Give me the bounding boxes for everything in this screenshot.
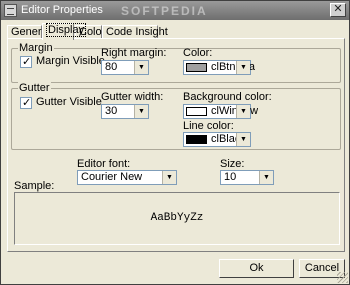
sample-preview: AaBbYyZz <box>14 192 340 245</box>
right-margin-select[interactable]: 80 ▼ <box>101 60 149 75</box>
chevron-down-icon: ▼ <box>134 61 148 74</box>
gutter-bg-color-value: clWindow <box>211 105 259 117</box>
margin-visible-label: Margin Visible <box>36 55 105 67</box>
close-button[interactable]: ✕ <box>330 3 346 17</box>
gutter-bg-color-select[interactable]: clWindow ▼ <box>183 104 258 119</box>
chevron-down-icon: ▼ <box>236 133 250 146</box>
gutter-width-value: 30 <box>105 105 118 117</box>
gutter-visible-checkbox[interactable] <box>20 96 32 109</box>
chevron-down-icon: ▼ <box>162 171 176 184</box>
gutter-width-label: Gutter width: <box>101 91 164 103</box>
editor-font-label: Editor font: <box>77 158 131 170</box>
margin-visible-checkbox[interactable] <box>20 55 32 68</box>
font-size-select[interactable]: 10 ▼ <box>220 170 274 185</box>
editor-font-value: Courier New <box>81 171 143 183</box>
editor-properties-dialog: Editor Properties SOFTPEDIA ✕ General Di… <box>0 0 350 285</box>
right-margin-value: 80 <box>105 61 118 73</box>
gutter-line-swatch <box>186 135 207 144</box>
display-tab-panel: Margin Margin Visible Right margin: 80 ▼… <box>7 38 345 252</box>
chevron-down-icon: ▼ <box>236 105 250 118</box>
gutter-visible-label: Gutter Visible <box>36 96 102 108</box>
gutter-bg-swatch <box>186 107 207 116</box>
gutter-width-select[interactable]: 30 ▼ <box>101 104 149 119</box>
window-title: Editor Properties <box>21 4 103 16</box>
gutter-group: Gutter Gutter Visible Gutter width: 30 ▼… <box>11 82 341 150</box>
margin-color-select[interactable]: clBtnSha ▼ <box>183 60 255 75</box>
tab-code-insight[interactable]: Code Insight <box>102 25 168 39</box>
font-size-value: 10 <box>224 171 237 183</box>
title-bar[interactable]: Editor Properties SOFTPEDIA ✕ <box>1 1 349 20</box>
font-size-label: Size: <box>220 158 245 170</box>
ok-button[interactable]: Ok <box>219 259 294 278</box>
margin-color-swatch <box>186 63 207 72</box>
gutter-group-label: Gutter <box>18 82 51 94</box>
softpedia-watermark: SOFTPEDIA <box>121 4 208 18</box>
tab-display[interactable]: Display <box>42 23 87 40</box>
gutter-line-color-label: Line color: <box>183 120 234 132</box>
editor-font-select[interactable]: Courier New ▼ <box>77 170 177 185</box>
chevron-down-icon: ▼ <box>236 61 250 74</box>
close-icon: ✕ <box>333 3 343 15</box>
gutter-line-color-select[interactable]: clBlack ▼ <box>183 132 251 147</box>
chevron-down-icon: ▼ <box>259 171 273 184</box>
margin-group: Margin Margin Visible Right margin: 80 ▼… <box>11 42 341 83</box>
tab-general[interactable]: General <box>7 25 50 39</box>
resize-grip[interactable] <box>337 272 348 283</box>
sample-text: AaBbYyZz <box>150 212 204 224</box>
right-margin-label: Right margin: <box>101 47 167 59</box>
chevron-down-icon: ▼ <box>134 105 148 118</box>
gutter-bg-color-label: Background color: <box>183 91 272 103</box>
margin-group-label: Margin <box>18 42 54 54</box>
margin-color-label: Color: <box>183 47 213 59</box>
app-icon <box>4 4 17 17</box>
sample-label: Sample: <box>14 180 55 192</box>
